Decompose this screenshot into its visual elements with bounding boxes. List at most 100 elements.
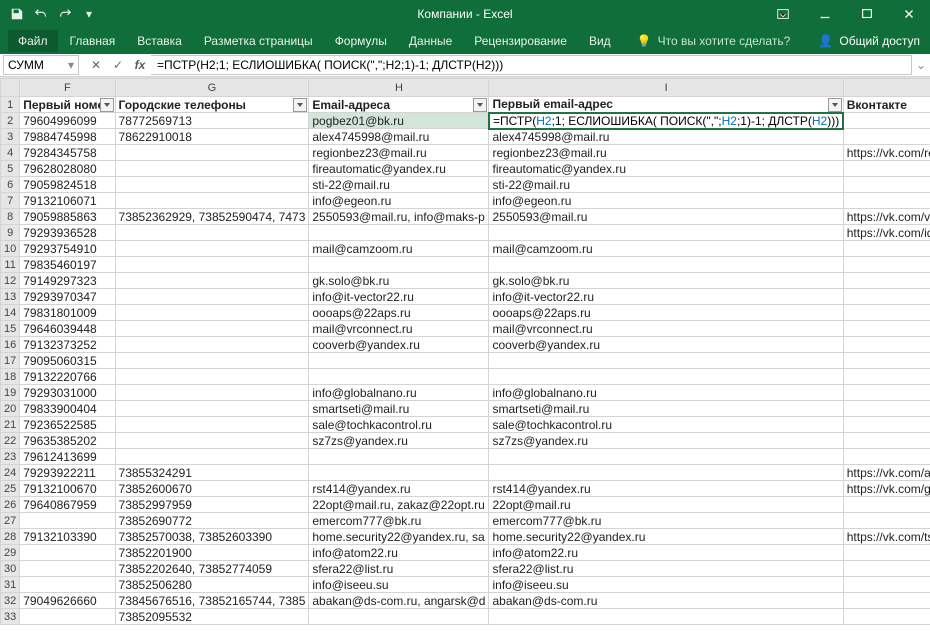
cell-G27[interactable]: 73852690772 — [115, 513, 309, 529]
cell-J23[interactable] — [843, 449, 930, 465]
row-header-22[interactable]: 22 — [1, 433, 20, 449]
cell-H2[interactable]: pogbez01@bk.ru — [309, 113, 489, 129]
tab-home[interactable]: Главная — [60, 30, 126, 52]
cell-G6[interactable] — [115, 177, 309, 193]
cell-I32[interactable]: abakan@ds-com.ru — [489, 593, 843, 609]
tab-page-layout[interactable]: Разметка страницы — [194, 30, 323, 52]
cell-G20[interactable] — [115, 401, 309, 417]
cell-H25[interactable]: rst414@yandex.ru — [309, 481, 489, 497]
cell-I15[interactable]: mail@vrconnect.ru — [489, 321, 843, 337]
cell-F23[interactable]: 79612413699 — [20, 449, 115, 465]
formula-input[interactable]: =ПСТР(H2;1; ЕСЛИОШИБКА( ПОИСК(",";H2;1)-… — [151, 55, 912, 75]
row-header-20[interactable]: 20 — [1, 401, 20, 417]
cell-I11[interactable] — [489, 257, 843, 273]
row-header-7[interactable]: 7 — [1, 193, 20, 209]
row-header-5[interactable]: 5 — [1, 161, 20, 177]
cell-H26[interactable]: 22opt@mail.ru, zakaz@22opt.ru — [309, 497, 489, 513]
cell-H31[interactable]: info@iseeu.su — [309, 577, 489, 593]
cell-G28[interactable]: 73852570038, 73852603390 — [115, 529, 309, 545]
cell-F4[interactable]: 79284345758 — [20, 145, 115, 161]
cancel-formula-icon[interactable]: ✕ — [85, 55, 107, 75]
cell-H10[interactable]: mail@camzoom.ru — [309, 241, 489, 257]
row-header-4[interactable]: 4 — [1, 145, 20, 161]
cell-I23[interactable] — [489, 449, 843, 465]
tab-insert[interactable]: Вставка — [127, 30, 192, 52]
cell-I19[interactable]: info@globalnano.ru — [489, 385, 843, 401]
column-header-G[interactable]: G — [115, 79, 309, 97]
cell-I20[interactable]: smartseti@mail.ru — [489, 401, 843, 417]
cell-I31[interactable]: info@iseeu.su — [489, 577, 843, 593]
cell-J31[interactable] — [843, 577, 930, 593]
cell-F33[interactable] — [20, 609, 115, 625]
row-header-10[interactable]: 10 — [1, 241, 20, 257]
cell-I25[interactable]: rst414@yandex.ru — [489, 481, 843, 497]
cell-F30[interactable] — [20, 561, 115, 577]
cell-J6[interactable] — [843, 177, 930, 193]
cell-I14[interactable]: oooaps@22aps.ru — [489, 305, 843, 321]
cell-H18[interactable] — [309, 369, 489, 385]
row-header-19[interactable]: 19 — [1, 385, 20, 401]
cell-I24[interactable] — [489, 465, 843, 481]
filter-icon[interactable] — [828, 98, 842, 112]
filter-icon[interactable] — [100, 98, 114, 112]
cell-F2[interactable]: 79604996099 — [20, 113, 115, 129]
enter-formula-icon[interactable]: ✓ — [107, 55, 129, 75]
cell-I9[interactable] — [489, 225, 843, 241]
row-header-15[interactable]: 15 — [1, 321, 20, 337]
cell-H27[interactable]: emercom777@bk.ru — [309, 513, 489, 529]
share-button[interactable]: 👤 Общий доступ — [818, 34, 920, 48]
cell-I16[interactable]: cooverb@yandex.ru — [489, 337, 843, 353]
cell-J12[interactable] — [843, 273, 930, 289]
cell-F29[interactable] — [20, 545, 115, 561]
cell-J14[interactable] — [843, 305, 930, 321]
tab-review[interactable]: Рецензирование — [464, 30, 577, 52]
cell-F15[interactable]: 79646039448 — [20, 321, 115, 337]
cell-H24[interactable] — [309, 465, 489, 481]
cell-J29[interactable] — [843, 545, 930, 561]
cell-H29[interactable]: info@atom22.ru — [309, 545, 489, 561]
cell-F14[interactable]: 79831801009 — [20, 305, 115, 321]
cell-G7[interactable] — [115, 193, 309, 209]
cell-F21[interactable]: 79236522585 — [20, 417, 115, 433]
tab-data[interactable]: Данные — [399, 30, 462, 52]
row-header-23[interactable]: 23 — [1, 449, 20, 465]
cell-J7[interactable] — [843, 193, 930, 209]
row-header-3[interactable]: 3 — [1, 129, 20, 145]
cell-I7[interactable]: info@egeon.ru — [489, 193, 843, 209]
cell-J15[interactable] — [843, 321, 930, 337]
cell-H33[interactable] — [309, 609, 489, 625]
qat-customize-icon[interactable]: ▾ — [78, 3, 100, 25]
row-header-30[interactable]: 30 — [1, 561, 20, 577]
cell-G23[interactable] — [115, 449, 309, 465]
close-icon[interactable] — [888, 0, 930, 28]
cell-J2[interactable] — [843, 113, 930, 129]
cell-J30[interactable] — [843, 561, 930, 577]
save-icon[interactable] — [6, 3, 28, 25]
cell-H12[interactable]: gk.solo@bk.ru — [309, 273, 489, 289]
filter-icon[interactable] — [293, 98, 307, 112]
cell-G18[interactable] — [115, 369, 309, 385]
cell-G4[interactable] — [115, 145, 309, 161]
cell-H9[interactable] — [309, 225, 489, 241]
table-header-cell[interactable]: Городские телефоны — [115, 97, 309, 113]
cell-G17[interactable] — [115, 353, 309, 369]
cell-H15[interactable]: mail@vrconnect.ru — [309, 321, 489, 337]
cell-J26[interactable] — [843, 497, 930, 513]
row-header-28[interactable]: 28 — [1, 529, 20, 545]
cell-I17[interactable] — [489, 353, 843, 369]
row-header-25[interactable]: 25 — [1, 481, 20, 497]
column-header-I[interactable]: I — [489, 79, 843, 97]
cell-J32[interactable] — [843, 593, 930, 609]
cell-F3[interactable]: 79884745998 — [20, 129, 115, 145]
row-header-27[interactable]: 27 — [1, 513, 20, 529]
row-header-13[interactable]: 13 — [1, 289, 20, 305]
cell-F18[interactable]: 79132220766 — [20, 369, 115, 385]
cell-H6[interactable]: sti-22@mail.ru — [309, 177, 489, 193]
cell-F22[interactable]: 79635385202 — [20, 433, 115, 449]
row-header-17[interactable]: 17 — [1, 353, 20, 369]
row-header-11[interactable]: 11 — [1, 257, 20, 273]
cell-G13[interactable] — [115, 289, 309, 305]
cell-G21[interactable] — [115, 417, 309, 433]
row-header-26[interactable]: 26 — [1, 497, 20, 513]
cell-J27[interactable] — [843, 513, 930, 529]
